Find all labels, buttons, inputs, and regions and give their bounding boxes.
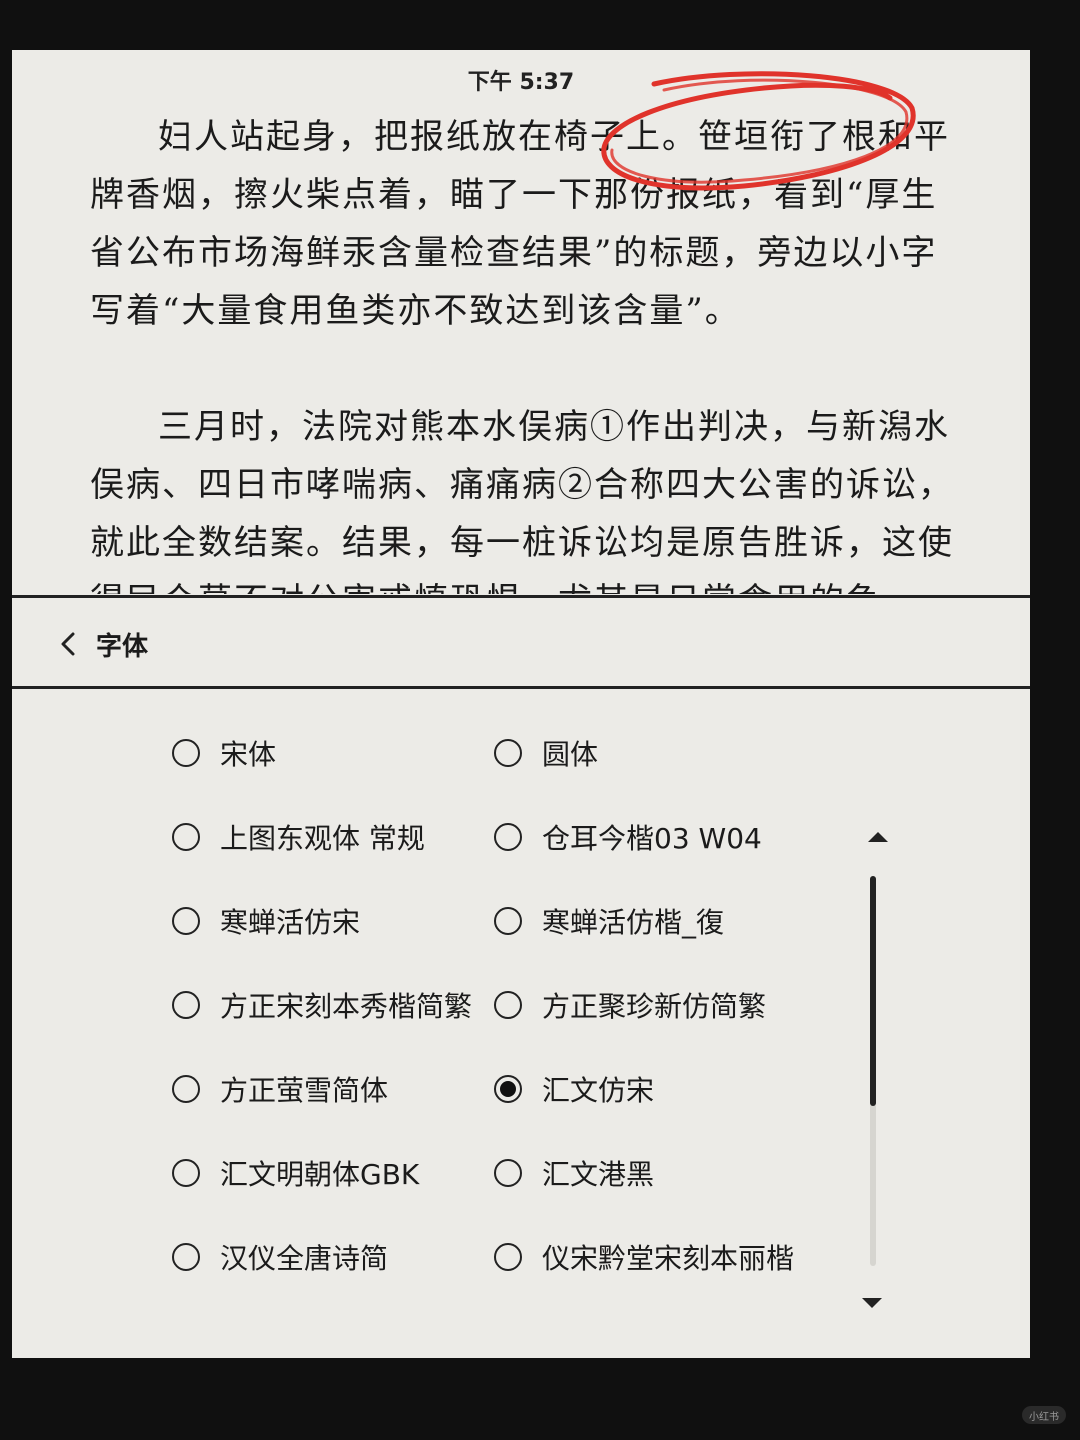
reading-content[interactable]: 妇人站起身，把报纸放在椅子上。笹垣衔了根和平牌香烟，擦火柴点着，瞄了一下那份报纸… [90,108,960,594]
font-option[interactable]: 方正萤雪简体 [172,1064,388,1114]
font-option[interactable]: 汉仪全唐诗简 [172,1232,388,1282]
font-option[interactable]: 汇文仿宋 [494,1064,654,1114]
paragraph-1: 妇人站起身，把报纸放在椅子上。笹垣衔了根和平牌香烟，擦火柴点着，瞄了一下那份报纸… [90,117,950,331]
font-settings-panel: 字体 宋体 圆体上图东观体 常规 仓耳今楷03 W04 寒蝉活仿宋 寒蝉活仿楷_復方正宋… [12,595,1030,1358]
scrollbar-thumb[interactable] [870,876,876,1106]
radio-unselected-icon[interactable] [172,1243,200,1271]
watermark-badge: 小红书 [1022,1406,1066,1424]
font-option[interactable]: 汇文明朝体GBK [172,1148,419,1198]
back-button[interactable]: 字体 [56,622,176,666]
font-option[interactable]: 寒蝉活仿宋 [172,896,360,946]
font-options-list: 宋体 圆体上图东观体 常规 仓耳今楷03 W04 寒蝉活仿宋 寒蝉活仿楷_復方正宋刻本秀… [172,728,872,1313]
font-option[interactable]: 方正宋刻本秀楷简繁 [172,980,472,1030]
font-option[interactable]: 上图东观体 常规 [172,812,425,862]
radio-unselected-icon[interactable] [494,1243,522,1271]
ereader-screen: 下午 5:37 妇人站起身，把报纸放在椅子上。笹垣衔了根和平牌香烟，擦火柴点着，… [12,50,1030,1358]
font-option[interactable]: 汇文港黑 [494,1148,654,1198]
radio-unselected-icon[interactable] [172,739,200,767]
radio-unselected-icon[interactable] [494,739,522,767]
font-option-label: 汇文仿宋 [542,1074,655,1107]
font-option-label: 方正萤雪简体 [220,1074,389,1107]
font-option-label: 圆体 [542,738,599,771]
font-option-label: 上图东观体 常规 [220,822,425,855]
font-option-label: 汉仪全唐诗简 [220,1242,389,1275]
chevron-left-icon [61,632,75,656]
font-option[interactable]: 仪宋黔堂宋刻本丽楷 [494,1232,794,1282]
radio-unselected-icon[interactable] [494,991,522,1019]
font-option[interactable]: 宋体 [172,728,276,778]
radio-unselected-icon[interactable] [172,823,200,851]
radio-unselected-icon[interactable] [172,1075,200,1103]
font-option-label: 汇文明朝体GBK [220,1158,420,1191]
font-option-label: 宋体 [220,738,277,771]
font-option[interactable]: 方正聚珍新仿简繁 [494,980,766,1030]
paragraph-2: 三月时，法院对熊本水俣病①作出判决，与新潟水俣病、四日市哮喘病、痛痛病②合称四大… [90,407,954,594]
font-option-label: 方正聚珍新仿简繁 [542,990,767,1023]
radio-unselected-icon[interactable] [494,823,522,851]
font-option-label: 寒蝉活仿宋 [220,906,361,939]
radio-unselected-icon[interactable] [172,907,200,935]
font-option-label: 汇文港黑 [542,1158,655,1191]
triangle-up-icon[interactable] [864,828,892,848]
radio-unselected-icon[interactable] [494,907,522,935]
font-option-label: 仪宋黔堂宋刻本丽楷 [542,1242,795,1275]
font-option[interactable]: 仓耳今楷03 W04 [494,812,762,862]
panel-header: 字体 [12,598,1030,689]
radio-unselected-icon[interactable] [172,1159,200,1187]
triangle-down-icon[interactable] [858,1292,886,1312]
font-option-label: 仓耳今楷03 W04 [542,822,762,855]
font-option-label: 寒蝉活仿楷_復 [542,906,725,939]
radio-selected-icon[interactable] [494,1075,522,1103]
scrollbar-track[interactable] [870,876,876,1266]
font-option[interactable]: 圆体 [494,728,598,778]
status-bar-time: 下午 5:37 [467,70,575,95]
radio-dot-icon [500,1081,516,1097]
ereader-device: 下午 5:37 妇人站起身，把报纸放在椅子上。笹垣衔了根和平牌香烟，擦火柴点着，… [0,0,1080,1440]
font-option[interactable]: 寒蝉活仿楷_復 [494,896,724,946]
radio-unselected-icon[interactable] [494,1159,522,1187]
radio-unselected-icon[interactable] [172,991,200,1019]
panel-title: 字体 [96,631,149,662]
font-option-label: 方正宋刻本秀楷简繁 [220,990,473,1023]
